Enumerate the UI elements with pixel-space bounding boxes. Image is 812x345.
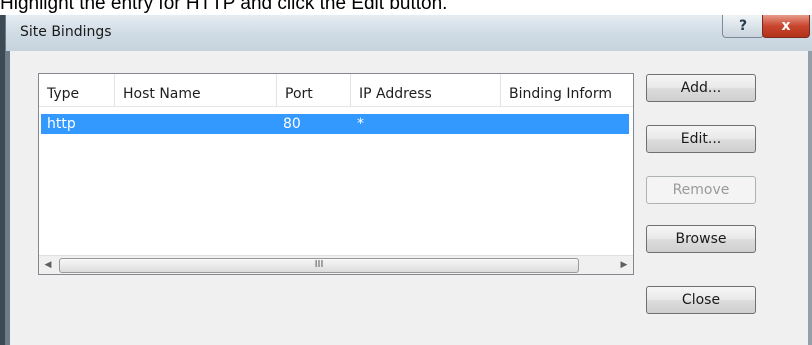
horizontal-scrollbar[interactable]: ◀ III ▶ xyxy=(39,255,633,274)
bindings-list[interactable]: Type Host Name Port IP Address Binding I… xyxy=(38,73,634,275)
help-button[interactable]: ? xyxy=(722,15,764,38)
cell-type: http xyxy=(47,116,76,132)
window-title: Site Bindings xyxy=(20,24,112,40)
cell-binding-information xyxy=(501,114,629,134)
add-button[interactable]: Add... xyxy=(646,74,756,102)
dialog-client-area: Type Host Name Port IP Address Binding I… xyxy=(10,51,808,345)
close-button[interactable]: Close xyxy=(646,286,756,314)
column-header-host-name[interactable]: Host Name xyxy=(115,74,277,106)
list-header: Type Host Name Port IP Address Binding I… xyxy=(39,74,633,107)
cell-ip-address: * xyxy=(357,116,364,132)
scroll-right-icon[interactable]: ▶ xyxy=(615,256,633,274)
cell-host-name xyxy=(115,114,277,134)
browse-button[interactable]: Browse xyxy=(646,225,756,253)
column-header-ip-address[interactable]: IP Address xyxy=(351,74,501,106)
table-row[interactable]: http 80 * xyxy=(41,114,629,134)
scroll-thumb[interactable]: III xyxy=(59,258,579,273)
column-header-type[interactable]: Type xyxy=(39,74,115,106)
cell-port: 80 xyxy=(283,116,301,132)
window-close-button[interactable]: x xyxy=(762,15,810,38)
window-edge xyxy=(0,15,5,345)
column-header-port[interactable]: Port xyxy=(277,74,351,106)
edit-button[interactable]: Edit... xyxy=(646,125,756,153)
scroll-left-icon[interactable]: ◀ xyxy=(39,256,57,274)
site-bindings-dialog: Site Bindings ? x Type Host Name Port IP… xyxy=(0,15,812,345)
instruction-text: Highlight the entry for HTTP and click t… xyxy=(0,0,448,14)
column-header-binding-information[interactable]: Binding Inform xyxy=(501,74,631,106)
remove-button[interactable]: Remove xyxy=(646,176,756,204)
title-bar[interactable]: Site Bindings ? x xyxy=(6,15,812,51)
